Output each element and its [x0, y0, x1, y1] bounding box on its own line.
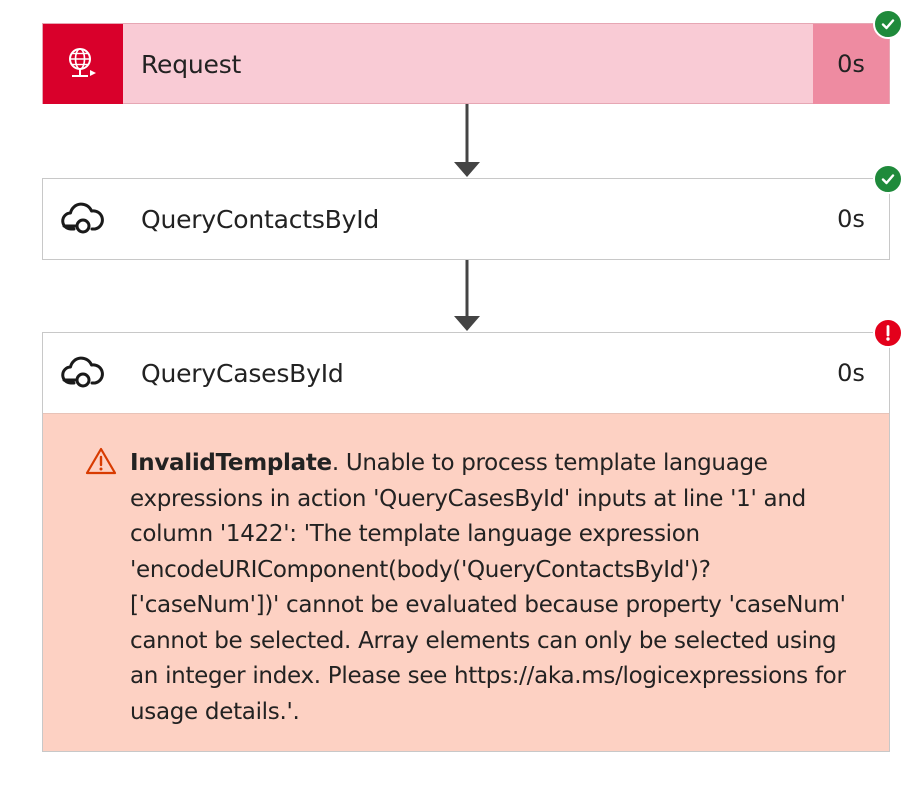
step-query-contacts-title: QueryContactsById: [141, 204, 380, 234]
globe-request-icon: [43, 24, 123, 104]
success-check-icon: [873, 9, 903, 39]
cloud-connector-icon: [43, 179, 123, 259]
success-check-icon: [873, 164, 903, 194]
step-query-contacts-header[interactable]: QueryContactsById 0s: [43, 179, 889, 259]
error-exclamation-icon: [873, 318, 903, 348]
error-details: . Unable to process template language ex…: [130, 450, 846, 725]
logic-app-run-history: Request 0s QueryContactsById 0s QueryCas…: [0, 0, 916, 788]
error-message: InvalidTemplate. Unable to process templ…: [130, 446, 850, 730]
step-request-duration: 0s: [813, 24, 889, 104]
step-query-cases-duration: 0s: [837, 359, 865, 387]
error-code: InvalidTemplate: [130, 450, 332, 476]
step-query-cases[interactable]: QueryCasesById 0s InvalidTemplate. Unabl…: [42, 332, 890, 752]
warning-icon: [85, 447, 117, 475]
cloud-connector-icon: [43, 333, 123, 413]
connector-arrow-icon: [453, 260, 481, 332]
step-query-contacts-duration: 0s: [837, 205, 865, 233]
step-request[interactable]: Request 0s: [42, 23, 890, 104]
connector-arrow-icon: [453, 104, 481, 178]
step-request-header[interactable]: Request 0s: [43, 24, 889, 104]
step-query-cases-title: QueryCasesById: [141, 358, 344, 388]
error-panel: InvalidTemplate. Unable to process templ…: [43, 413, 889, 751]
step-request-title: Request: [141, 49, 242, 79]
step-query-cases-header[interactable]: QueryCasesById 0s: [43, 333, 889, 413]
step-query-contacts[interactable]: QueryContactsById 0s: [42, 178, 890, 260]
